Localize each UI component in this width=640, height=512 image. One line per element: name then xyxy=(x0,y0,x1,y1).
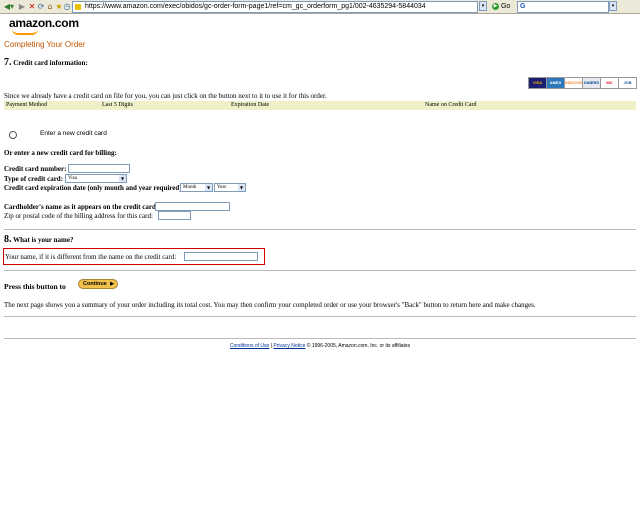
stop-icon[interactable]: ✕ xyxy=(28,1,36,12)
section-7-title: Credit card information: xyxy=(13,59,88,67)
page-title: Completing Your Order xyxy=(4,40,86,49)
conditions-link[interactable]: Conditions of Use xyxy=(230,343,269,349)
history-icon[interactable]: ◷ xyxy=(63,1,71,12)
visa-icon: VISA xyxy=(528,77,547,89)
card-type-value: Visa xyxy=(68,176,77,181)
go-button[interactable]: ▶ Go xyxy=(492,1,510,12)
search-dropdown-icon[interactable]: ▾ xyxy=(609,1,617,11)
new-card-radio[interactable] xyxy=(9,131,17,139)
month-value: Month xyxy=(183,185,197,190)
year-value: Year xyxy=(217,185,227,190)
section-8-number: 8. xyxy=(4,234,12,245)
footer: Conditions of Use | Privacy Notice © 199… xyxy=(0,343,640,349)
privacy-link[interactable]: Privacy Notice xyxy=(273,343,305,349)
divider xyxy=(4,270,636,271)
search-box[interactable]: G xyxy=(517,1,609,13)
address-bar[interactable]: https://www.amazon.com/exec/obidos/gc-or… xyxy=(72,1,478,13)
or-enter-heading: Or enter a new credit card for billing: xyxy=(4,149,117,157)
section-7-number: 7. xyxy=(4,57,12,68)
address-url: https://www.amazon.com/exec/obidos/gc-or… xyxy=(85,3,426,10)
card-number-label: Credit card number: xyxy=(4,165,67,173)
on-file-notice: Since we already have a credit card on f… xyxy=(4,92,327,100)
browser-toolbar: ◀▾ ▶ ✕ ⟳ ⌂ ★ ◷ https://www.amazon.com/ex… xyxy=(0,0,640,14)
expiration-label: Credit card expiration date (only month … xyxy=(4,184,184,192)
card-number-input[interactable] xyxy=(68,164,130,173)
cardholder-label: Cardholder's name as it appears on the c… xyxy=(4,203,159,211)
arrow-right-icon: ▶ xyxy=(110,281,114,287)
col-payment-method: Payment Method xyxy=(6,102,48,108)
lock-icon xyxy=(75,4,81,10)
name-label: Your name, if it is different from the n… xyxy=(5,253,177,261)
section-8-heading: 8. What is your name? xyxy=(4,234,73,245)
copyright-text: © 1996-2005, Amazon.com, Inc. or its aff… xyxy=(306,343,411,349)
jcb-icon: JCB xyxy=(618,77,637,89)
divider xyxy=(4,338,636,339)
amex-icon: AMEX xyxy=(546,77,565,89)
section-7-heading: 7. Credit card information: xyxy=(4,57,88,68)
forward-icon[interactable]: ▶ xyxy=(17,1,27,12)
divider xyxy=(4,316,636,317)
amazon-logo[interactable]: amazon.com xyxy=(9,16,79,30)
card-type-select[interactable]: Visa ▼ xyxy=(65,174,127,183)
chevron-down-icon: ▼ xyxy=(205,184,212,191)
bookmarks-icon[interactable]: ★ xyxy=(55,1,63,12)
refresh-icon[interactable]: ⟳ xyxy=(37,1,45,12)
col-expiration-date: Expiration Date xyxy=(231,102,270,108)
back-icon[interactable]: ◀▾ xyxy=(2,1,16,12)
col-last-5-digits: Last 5 Digits xyxy=(102,102,133,108)
zip-label: Zip or postal code of the billing addres… xyxy=(4,212,153,220)
saved-cards-table-header: Payment Method Last 5 Digits Expiration … xyxy=(4,101,636,110)
expiration-year-select[interactable]: Year ▼ xyxy=(214,183,246,192)
press-label: Press this button to xyxy=(4,282,66,291)
continue-label: Continue xyxy=(83,281,107,287)
footer-separator: | xyxy=(270,343,273,349)
chevron-down-icon: ▼ xyxy=(238,184,245,191)
expiration-month-select[interactable]: Month ▼ xyxy=(180,183,213,192)
zip-input[interactable] xyxy=(158,211,191,220)
expiration-label-text: Credit card expiration date (only month … xyxy=(4,184,184,192)
mastercard-icon: MC xyxy=(600,77,619,89)
section-8-title: What is your name? xyxy=(13,236,74,244)
continue-button[interactable]: Continue ▶ xyxy=(78,279,118,289)
go-label: Go xyxy=(500,3,511,10)
name-input[interactable] xyxy=(184,252,258,261)
amazon-smile-icon xyxy=(12,29,38,35)
search-brand-label: G xyxy=(520,3,526,10)
col-name-on-card: Name on Credit Card xyxy=(425,102,477,108)
divider xyxy=(4,229,636,230)
diners-icon: DINERS xyxy=(582,77,601,89)
discover-icon: DISCOVER xyxy=(564,77,586,89)
chevron-down-icon: ▼ xyxy=(119,175,126,182)
go-arrow-icon: ▶ xyxy=(492,2,499,10)
cardholder-input[interactable] xyxy=(155,202,230,211)
home-icon[interactable]: ⌂ xyxy=(46,1,54,12)
card-type-label: Type of credit card: xyxy=(4,175,64,183)
card-logos: VISA AMEX DISCOVER DINERS MC JCB xyxy=(528,77,637,89)
address-dropdown-icon[interactable]: ▾ xyxy=(479,1,487,11)
summary-note: The next page shows you a summary of you… xyxy=(4,301,536,309)
new-card-option-label: Enter a new credit card xyxy=(40,130,107,137)
